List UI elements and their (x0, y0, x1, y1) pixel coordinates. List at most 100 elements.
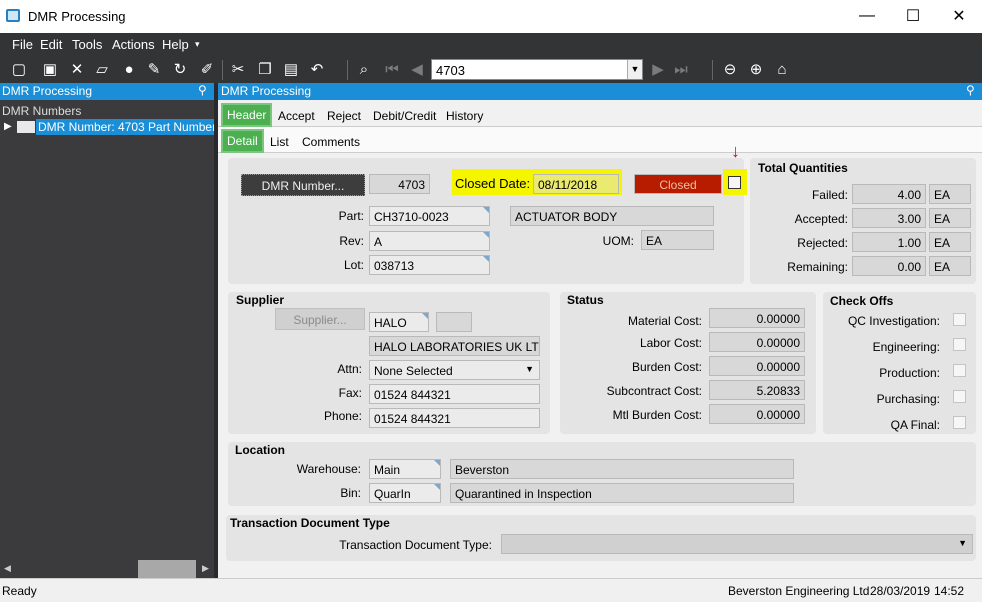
last-record-icon[interactable]: ⏭ (671, 60, 691, 80)
accepted-qty: 3.00 (852, 208, 926, 228)
clear-icon[interactable]: ▱ (92, 60, 112, 80)
remaining-uom: EA (929, 256, 971, 276)
cut-icon[interactable]: ✂ (228, 60, 248, 80)
tab-accept[interactable]: Accept (278, 109, 315, 123)
material-cost-label: Material Cost: (627, 314, 702, 328)
closed-date-label: Closed Date: (455, 176, 531, 191)
home-icon[interactable]: ⌂ (772, 60, 792, 80)
warehouse-code-field[interactable]: Main (369, 459, 441, 479)
qa-final-checkbox[interactable] (953, 416, 966, 429)
scroll-thumb[interactable] (138, 560, 196, 578)
menu-edit[interactable]: Edit (40, 37, 62, 52)
chevron-down-icon[interactable]: ▼ (958, 538, 967, 548)
chevron-down-icon[interactable]: ▼ (525, 364, 534, 374)
status-title: Status (567, 293, 604, 307)
supplier-button[interactable]: Supplier... (275, 308, 365, 330)
attn-select[interactable]: None Selected ▼ (369, 360, 540, 380)
chevron-down-icon[interactable]: ▼ (627, 60, 642, 79)
remaining-qty: 0.00 (852, 256, 926, 276)
title-bar: DMR Processing — ☐ ✕ (0, 0, 982, 32)
lot-field[interactable]: 038713 (369, 255, 490, 275)
tab-detail[interactable]: Detail (221, 129, 264, 153)
tab-history[interactable]: History (446, 109, 483, 123)
next-record-icon[interactable]: ▶ (648, 60, 668, 80)
pin-icon[interactable]: ⚲ (198, 83, 207, 97)
paste-icon[interactable]: ▤ (281, 60, 301, 80)
fax-field[interactable]: 01524 844321 (369, 384, 540, 404)
mtl-burden-cost-field: 0.00000 (709, 404, 805, 424)
supplier-name-field: HALO LABORATORIES UK LT (369, 336, 540, 356)
undo-icon[interactable]: ↶ (307, 60, 327, 80)
supplier-extra-field (436, 312, 472, 332)
qa-final-label: QA Final: (890, 418, 940, 432)
search-icon[interactable]: ⌕ (354, 60, 374, 80)
material-cost-field: 0.00000 (709, 308, 805, 328)
closed-date-field[interactable]: 08/11/2018 (533, 174, 619, 194)
fax-label: Fax: (338, 386, 362, 400)
qc-investigation-checkbox[interactable] (953, 313, 966, 326)
brush-icon[interactable]: ✐ (197, 60, 217, 80)
minimize-button[interactable]: — (844, 0, 890, 32)
attach-icon[interactable]: ✎ (144, 60, 164, 80)
rev-label: Rev: (339, 234, 364, 248)
tree-item-dmr[interactable]: DMR Number: 4703 Part Number: (36, 119, 222, 135)
expand-icon[interactable]: ▶ (4, 121, 12, 132)
engineering-checkbox[interactable] (953, 338, 966, 351)
previous-record-icon[interactable]: ◀ (407, 60, 427, 80)
record-selector[interactable]: 4703 ▼ (431, 59, 643, 80)
status-bar: Ready Beverston Engineering Ltd 28/03/20… (0, 578, 982, 602)
close-button[interactable]: ✕ (936, 0, 982, 32)
dmr-number-field[interactable]: 4703 (369, 174, 430, 194)
tab-list[interactable]: List (270, 135, 289, 149)
bin-code-field[interactable]: QuarIn (369, 483, 441, 503)
menu-tools[interactable]: Tools (72, 37, 102, 52)
part-field[interactable]: CH3710-0023 (369, 206, 490, 226)
rejected-uom: EA (929, 232, 971, 252)
failed-qty: 4.00 (852, 184, 926, 204)
company-name: Beverston Engineering Ltd (728, 584, 870, 598)
production-checkbox[interactable] (953, 364, 966, 377)
failed-label: Failed: (811, 188, 848, 202)
purchasing-checkbox[interactable] (953, 390, 966, 403)
check-offs-title: Check Offs (830, 294, 894, 308)
left-scrollbar[interactable]: ◀ ▶ (0, 560, 214, 578)
delete-icon[interactable]: ✕ (67, 60, 87, 80)
scroll-right-icon[interactable]: ▶ (202, 563, 209, 574)
closed-checkbox[interactable] (728, 176, 741, 189)
copy-icon[interactable]: ❐ (255, 60, 275, 80)
transaction-type-label: Transaction Document Type: (339, 538, 492, 552)
dmr-number-button[interactable]: DMR Number... (241, 174, 365, 196)
save-icon[interactable]: ▣ (40, 60, 60, 80)
comment-icon[interactable]: ● (119, 60, 139, 80)
help-dropdown-icon[interactable]: ▾ (195, 39, 200, 50)
app-icon (6, 9, 20, 22)
forward-icon[interactable]: ⊕ (746, 60, 766, 80)
subcontract-cost-label: Subcontract Cost: (606, 384, 702, 398)
tab-debit-credit[interactable]: Debit/Credit (373, 109, 436, 123)
purchasing-label: Purchasing: (876, 392, 940, 406)
rev-field[interactable]: A (369, 231, 490, 251)
scroll-left-icon[interactable]: ◀ (4, 563, 11, 574)
tab-reject[interactable]: Reject (327, 109, 361, 123)
uom-label: UOM: (602, 234, 634, 248)
phone-field[interactable]: 01524 844321 (369, 408, 540, 428)
tab-comments[interactable]: Comments (302, 135, 360, 149)
tab-header[interactable]: Header (221, 103, 273, 127)
menu-actions[interactable]: Actions (112, 37, 155, 52)
menu-file[interactable]: File (12, 37, 33, 52)
supplier-code-field[interactable]: HALO (369, 312, 429, 332)
red-arrow-icon: ↓ (731, 141, 740, 161)
maximize-button[interactable]: ☐ (890, 0, 936, 32)
supplier-title: Supplier (236, 293, 285, 307)
back-icon[interactable]: ⊖ (720, 60, 740, 80)
first-record-icon[interactable]: ⏮ (382, 60, 402, 80)
transaction-type-select[interactable]: ▼ (501, 534, 973, 554)
pin-icon[interactable]: ⚲ (966, 83, 975, 97)
refresh-icon[interactable]: ↻ (170, 60, 190, 80)
main-panel-header: DMR Processing ⚲ (218, 83, 982, 100)
uom-field: EA (641, 230, 714, 250)
menu-help[interactable]: Help (162, 37, 189, 52)
phone-label: Phone: (323, 409, 362, 423)
new-icon[interactable]: ▢ (9, 60, 29, 80)
accepted-uom: EA (929, 208, 971, 228)
